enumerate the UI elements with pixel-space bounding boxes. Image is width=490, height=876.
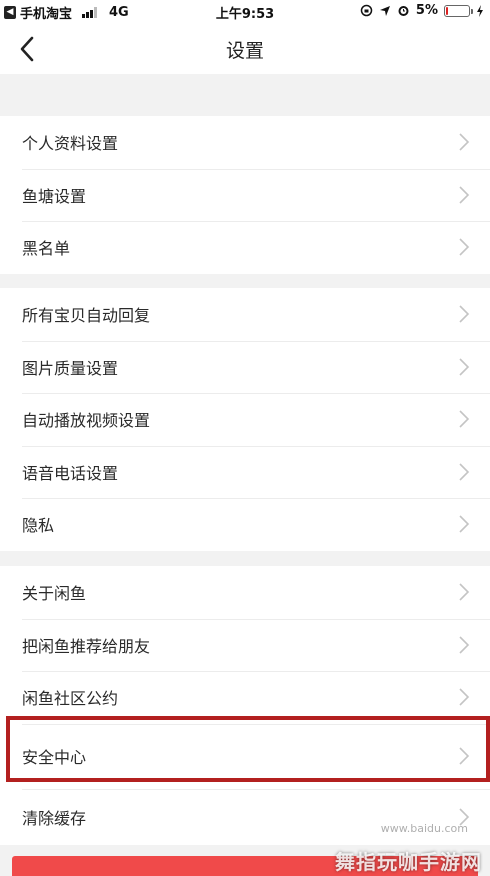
settings-item-auto-reply[interactable]: 所有宝贝自动回复 [0, 288, 490, 341]
settings-item-autoplay-video[interactable]: 自动播放视频设置 [0, 393, 490, 446]
chevron-right-icon [459, 133, 470, 151]
settings-section-account: 个人资料设置 鱼塘设置 黑名单 [0, 116, 490, 274]
chevron-right-icon [459, 463, 470, 481]
watermark-site: 舞指玩咖手游网 [335, 850, 482, 874]
settings-item-about[interactable]: 关于闲鱼 [0, 566, 490, 619]
settings-item-label: 安全中心 [22, 748, 87, 767]
chevron-right-icon [459, 636, 470, 654]
settings-item-label: 黑名单 [22, 239, 71, 259]
chevron-right-icon [459, 583, 470, 601]
settings-section-media: 所有宝贝自动回复 图片质量设置 自动播放视频设置 语音电话设置 隐私 [0, 288, 490, 551]
settings-item-voice-call[interactable]: 语音电话设置 [0, 445, 490, 499]
settings-item-profile[interactable]: 个人资料设置 [0, 116, 490, 169]
settings-section-about: 关于闲鱼 把闲鱼推荐给朋友 闲鱼社区公约 安全中心 清除缓存 [0, 566, 490, 845]
chevron-right-icon [459, 238, 470, 256]
settings-item-privacy[interactable]: 隐私 [0, 498, 490, 551]
location-icon [379, 5, 390, 16]
settings-item-label: 所有宝贝自动回复 [22, 306, 151, 326]
settings-item-label: 语音电话设置 [22, 463, 119, 483]
settings-item-label: 把闲鱼推荐给朋友 [22, 636, 151, 656]
settings-item-label: 关于闲鱼 [22, 584, 87, 604]
settings-item-image-quality[interactable]: 图片质量设置 [0, 340, 490, 394]
page-title: 设置 [225, 40, 264, 62]
settings-item-label: 清除缓存 [22, 808, 87, 828]
chevron-right-icon [459, 186, 470, 204]
settings-item-label: 个人资料设置 [22, 134, 119, 154]
alarm-icon [398, 6, 409, 16]
watermark-url: www.baidu.com [380, 822, 468, 835]
chevron-right-icon [459, 410, 470, 428]
settings-item-label: 鱼塘设置 [22, 186, 87, 206]
settings-item-blacklist[interactable]: 黑名单 [0, 221, 490, 274]
screen-lock-icon [360, 4, 373, 17]
settings-item-label: 自动播放视频设置 [22, 411, 151, 431]
chevron-right-icon [459, 688, 470, 706]
settings-item-recommend[interactable]: 把闲鱼推荐给朋友 [0, 618, 490, 672]
nav-bar: 设置 [0, 22, 490, 74]
settings-item-clear-cache[interactable]: 清除缓存 [0, 788, 490, 845]
charging-icon [477, 4, 483, 17]
settings-item-label: 隐私 [22, 516, 55, 536]
chevron-right-icon [459, 747, 470, 765]
settings-item-community-rules[interactable]: 闲鱼社区公约 [0, 671, 490, 724]
chevron-right-icon [459, 305, 470, 323]
status-bar: ◀ 手机淘宝 4G 上午9:53 5% [0, 0, 490, 22]
chevron-right-icon [459, 358, 470, 376]
battery-icon [444, 4, 473, 17]
battery-fill [446, 6, 448, 15]
settings-item-label: 闲鱼社区公约 [22, 689, 119, 709]
settings-item-fishpond[interactable]: 鱼塘设置 [0, 168, 490, 222]
settings-item-security-center[interactable]: 安全中心 [0, 723, 490, 789]
settings-item-label: 图片质量设置 [22, 358, 119, 378]
chevron-right-icon [459, 515, 470, 533]
status-right: 5% [360, 3, 484, 18]
battery-percent: 5% [415, 3, 438, 18]
